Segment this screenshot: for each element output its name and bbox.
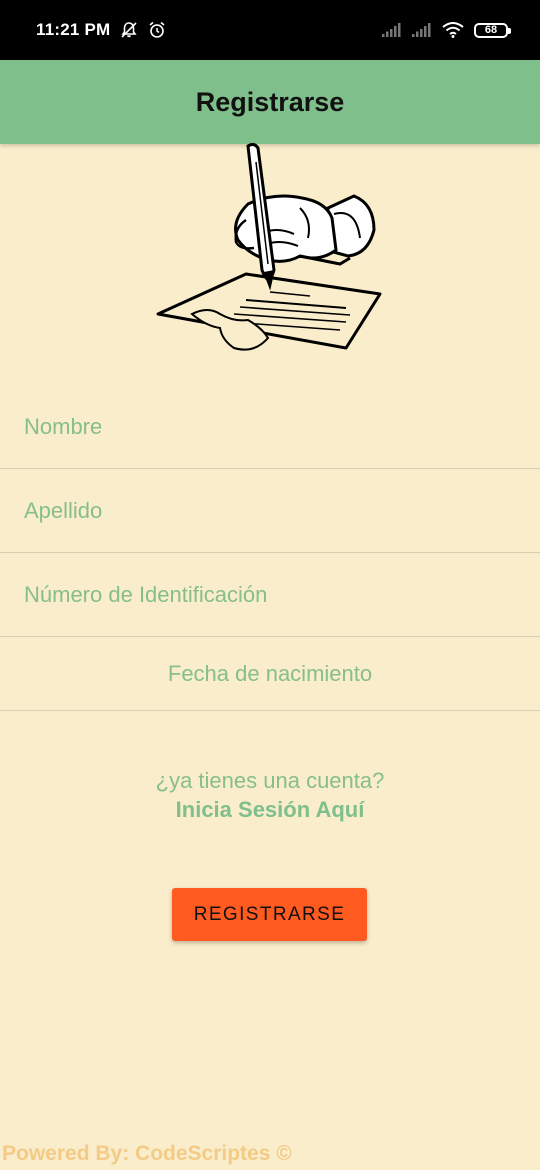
birth-date-label: Fecha de nacimiento (167, 660, 373, 686)
wifi-icon (442, 22, 464, 38)
hand-writing-document-icon (150, 142, 390, 354)
signal-icon (412, 23, 432, 37)
page-title: Registrarse (195, 86, 345, 117)
battery-icon: 68 (474, 22, 511, 38)
signal-icon (382, 23, 402, 37)
status-time: 11:21 PM (36, 20, 111, 39)
last-name-input[interactable] (0, 469, 540, 552)
first-name-input[interactable] (0, 385, 540, 468)
app-bar: Registrarse (0, 60, 540, 144)
register-button[interactable]: REGISTRARSE (172, 888, 367, 941)
status-left: 11:21 PM (36, 20, 166, 40)
login-link[interactable]: Inicia Sesión Aquí (0, 797, 540, 823)
alarm-icon (148, 21, 166, 39)
birth-date-picker[interactable]: Fecha de nacimiento (0, 637, 540, 711)
last-name-field (0, 469, 540, 553)
first-name-field (0, 385, 540, 469)
powered-by-footer: Powered By: CodeScriptes © (2, 1142, 292, 1165)
status-bar: 11:21 PM 68 (0, 0, 540, 60)
id-number-input[interactable] (0, 553, 540, 636)
id-number-field (0, 553, 540, 637)
register-screen: 11:21 PM 68 Registrarse Nombre Apellido … (0, 0, 540, 1170)
mute-notifications-icon (120, 21, 138, 39)
status-right: 68 (382, 22, 511, 38)
account-question: ¿ya tienes una cuenta? (155, 768, 385, 793)
